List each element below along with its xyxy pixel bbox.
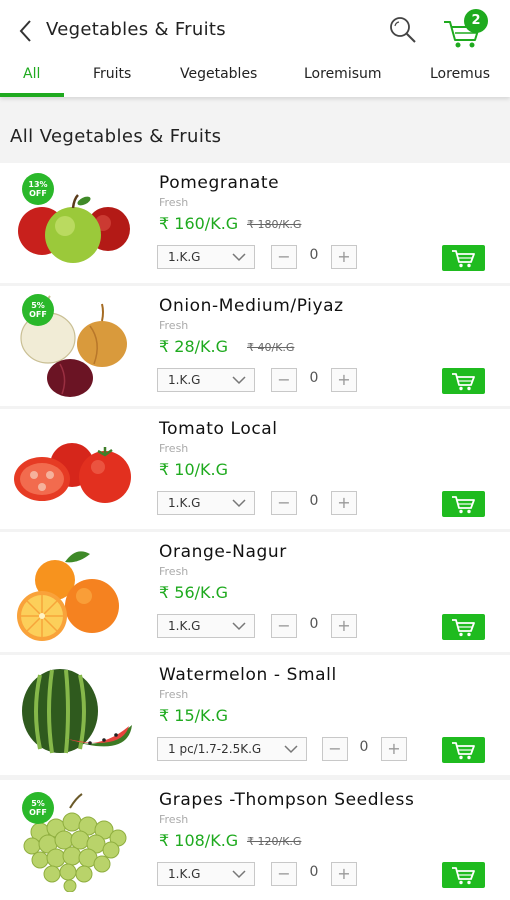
product-price: ₹ 10/K.G bbox=[159, 460, 228, 479]
unit-select-value: 1.K.G bbox=[168, 373, 201, 387]
back-arrow-icon[interactable] bbox=[14, 18, 38, 44]
quantity-value: 0 bbox=[309, 493, 319, 509]
product-subtitle: Fresh bbox=[159, 565, 189, 578]
product-old-price: ₹ 40/K.G bbox=[247, 341, 295, 354]
discount-badge: 5% OFF bbox=[22, 792, 54, 824]
decrement-button[interactable]: − bbox=[271, 368, 297, 392]
product-name: Grapes -Thompson Seedless bbox=[159, 790, 415, 810]
product-subtitle: Fresh bbox=[159, 196, 189, 209]
unit-select-value: 1.K.G bbox=[168, 867, 201, 881]
cart-icon bbox=[452, 867, 475, 885]
tab-loremus[interactable]: Loremus bbox=[430, 66, 490, 82]
active-tab-indicator bbox=[0, 93, 64, 97]
product-subtitle: Fresh bbox=[159, 442, 189, 455]
unit-select-value: 1.K.G bbox=[168, 496, 201, 510]
decrement-button[interactable]: − bbox=[322, 737, 348, 761]
product-card: 13% OFF Pomegranate Fresh ₹ 160/K.G ₹ 18… bbox=[0, 163, 510, 283]
chevron-down-icon bbox=[232, 499, 246, 508]
add-to-cart-button[interactable] bbox=[442, 614, 485, 640]
product-card: Orange-Nagur Fresh ₹ 56/K.G 1.K.G − 0 + bbox=[0, 532, 510, 652]
tab-all[interactable]: All bbox=[23, 66, 40, 82]
product-name: Watermelon - Small bbox=[159, 665, 337, 685]
tab-fruits[interactable]: Fruits bbox=[93, 66, 131, 82]
chevron-down-icon bbox=[232, 253, 246, 262]
quantity-value: 0 bbox=[309, 864, 319, 880]
watermelon-image bbox=[22, 669, 132, 754]
product-card: Watermelon - Small Fresh ₹ 15/K.G 1 pc/1… bbox=[0, 655, 510, 775]
unit-select-value: 1.K.G bbox=[168, 619, 201, 633]
cart-count-badge: 2 bbox=[464, 9, 488, 33]
tomatoes-image bbox=[14, 443, 131, 503]
product-name: Pomegranate bbox=[159, 173, 280, 193]
increment-button[interactable]: + bbox=[331, 491, 357, 515]
chevron-down-icon bbox=[284, 745, 298, 754]
page-title: Vegetables & Fruits bbox=[46, 19, 226, 40]
decrement-button[interactable]: − bbox=[271, 614, 297, 638]
add-to-cart-button[interactable] bbox=[442, 737, 485, 763]
product-card: 5% OFF Grapes -Thompson Seedless Fresh ₹… bbox=[0, 780, 510, 900]
oranges-image bbox=[17, 551, 119, 641]
unit-select[interactable]: 1.K.G bbox=[157, 862, 255, 886]
discount-badge: 5% OFF bbox=[22, 294, 54, 326]
chevron-down-icon bbox=[232, 376, 246, 385]
increment-button[interactable]: + bbox=[381, 737, 407, 761]
cart-icon bbox=[452, 619, 475, 637]
search-icon[interactable] bbox=[386, 13, 420, 47]
decrement-button[interactable]: − bbox=[271, 245, 297, 269]
product-price: ₹ 28/K.G bbox=[159, 337, 228, 356]
unit-select[interactable]: 1.K.G bbox=[157, 245, 255, 269]
product-old-price: ₹ 120/K.G bbox=[247, 835, 302, 848]
add-to-cart-button[interactable] bbox=[442, 368, 485, 394]
decrement-button[interactable]: − bbox=[271, 491, 297, 515]
product-name: Tomato Local bbox=[159, 419, 278, 439]
section-title: All Vegetables & Fruits bbox=[10, 126, 222, 147]
cart-icon bbox=[452, 496, 475, 514]
category-tabs: All Fruits Vegetables Loremisum Loremus bbox=[0, 60, 510, 97]
product-old-price: ₹ 180/K.G bbox=[247, 218, 302, 231]
unit-select[interactable]: 1.K.G bbox=[157, 368, 255, 392]
unit-select[interactable]: 1 pc/1.7-2.5K.G bbox=[157, 737, 307, 761]
discount-badge: 13% OFF bbox=[22, 173, 54, 205]
chevron-down-icon bbox=[232, 622, 246, 631]
add-to-cart-button[interactable] bbox=[442, 862, 485, 888]
cart-icon bbox=[452, 250, 475, 268]
tab-vegetables[interactable]: Vegetables bbox=[180, 66, 257, 82]
increment-button[interactable]: + bbox=[331, 862, 357, 886]
quantity-value: 0 bbox=[309, 370, 319, 386]
product-card: 5% OFF Onion-Medium/Piyaz Fresh ₹ 28/K.G… bbox=[0, 286, 510, 406]
cart-icon bbox=[452, 373, 475, 391]
unit-select-value: 1 pc/1.7-2.5K.G bbox=[168, 742, 262, 756]
app-header: Vegetables & Fruits 2 All Fruits Vegetab… bbox=[0, 0, 510, 97]
product-name: Orange-Nagur bbox=[159, 542, 287, 562]
product-card: Tomato Local Fresh ₹ 10/K.G 1.K.G − 0 + bbox=[0, 409, 510, 529]
cart-icon bbox=[452, 742, 475, 760]
add-to-cart-button[interactable] bbox=[442, 245, 485, 271]
product-subtitle: Fresh bbox=[159, 813, 189, 826]
unit-select-value: 1.K.G bbox=[168, 250, 201, 264]
quantity-value: 0 bbox=[309, 247, 319, 263]
tab-loremisum[interactable]: Loremisum bbox=[304, 66, 382, 82]
product-price: ₹ 15/K.G bbox=[159, 706, 228, 725]
decrement-button[interactable]: − bbox=[271, 862, 297, 886]
product-price: ₹ 56/K.G bbox=[159, 583, 228, 602]
unit-select[interactable]: 1.K.G bbox=[157, 614, 255, 638]
unit-select[interactable]: 1.K.G bbox=[157, 491, 255, 515]
add-to-cart-button[interactable] bbox=[442, 491, 485, 517]
quantity-value: 0 bbox=[309, 616, 319, 632]
increment-button[interactable]: + bbox=[331, 368, 357, 392]
quantity-value: 0 bbox=[359, 739, 369, 755]
increment-button[interactable]: + bbox=[331, 614, 357, 638]
product-subtitle: Fresh bbox=[159, 688, 189, 701]
product-price: ₹ 160/K.G bbox=[159, 214, 239, 233]
product-name: Onion-Medium/Piyaz bbox=[159, 296, 344, 316]
product-price: ₹ 108/K.G bbox=[159, 831, 239, 850]
increment-button[interactable]: + bbox=[331, 245, 357, 269]
chevron-down-icon bbox=[232, 870, 246, 879]
product-subtitle: Fresh bbox=[159, 319, 189, 332]
